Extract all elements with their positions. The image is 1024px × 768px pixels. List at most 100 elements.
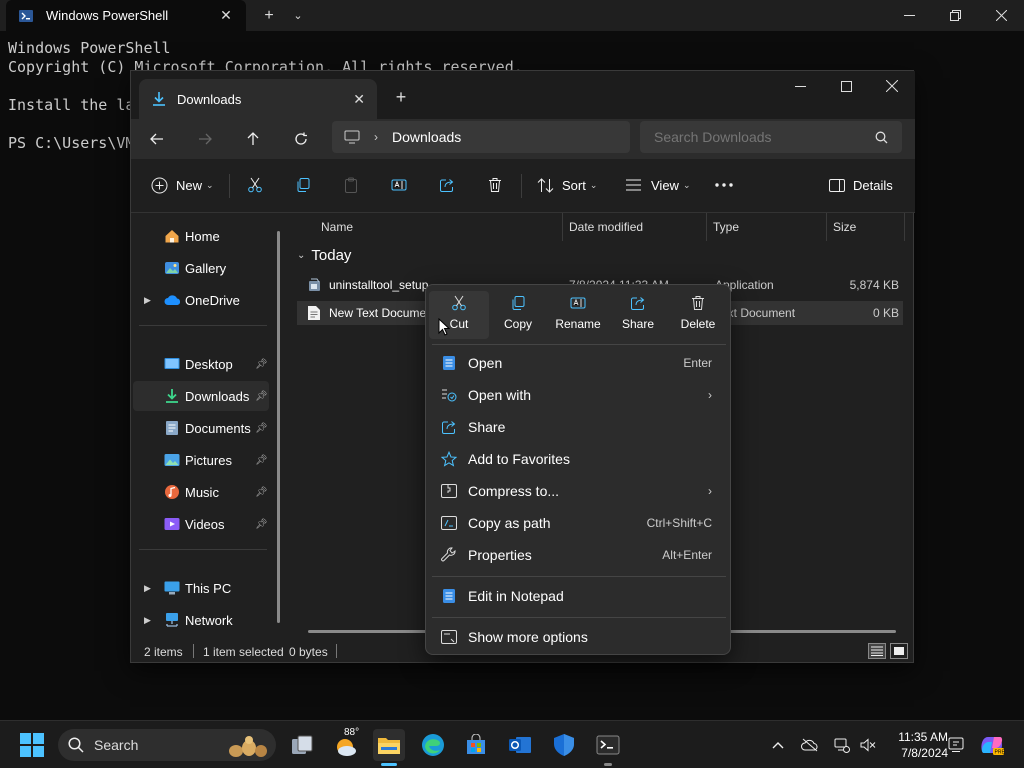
folder-icon [377, 735, 401, 755]
group-header-today[interactable]: ⌄ Today [297, 247, 351, 264]
terminal-tab[interactable]: Windows PowerShell ✕ [6, 0, 246, 31]
rename-button[interactable] [391, 169, 407, 201]
share-action[interactable]: Share [608, 291, 668, 339]
scissors-icon [451, 295, 467, 311]
close-icon[interactable]: ✕ [218, 7, 234, 24]
nav-item-onedrive[interactable]: ▶ OneDrive [133, 285, 269, 315]
address-box[interactable]: › Downloads [332, 121, 630, 153]
cut-button[interactable] [247, 169, 263, 201]
nav-item-network[interactable]: ▶ Network [133, 605, 269, 635]
menu-item-edit-in-notepad[interactable]: Edit in Notepad [432, 581, 726, 611]
terminal-taskbar-button[interactable] [592, 729, 624, 761]
menu-item-copy-as-path[interactable]: Copy as path Ctrl+Shift+C [432, 508, 726, 538]
chevron-right-icon[interactable]: ▶ [144, 295, 151, 306]
delete-button[interactable] [487, 169, 503, 201]
view-button[interactable]: View ⌄ [625, 169, 691, 201]
paste-button[interactable] [343, 169, 359, 201]
pin-icon[interactable]: 📌︎ [255, 487, 268, 498]
onedrive-tray-button[interactable] [794, 729, 826, 761]
nav-item-this-pc[interactable]: ▶ This PC [133, 573, 269, 603]
maximize-button[interactable] [823, 71, 869, 101]
details-view-icon[interactable] [868, 643, 886, 659]
nav-item-videos[interactable]: Videos 📌︎ [133, 509, 269, 539]
nav-item-pictures[interactable]: Pictures 📌︎ [133, 445, 269, 475]
taskbar-search[interactable]: Search [58, 729, 276, 761]
nav-item-downloads[interactable]: Downloads 📌︎ [133, 381, 269, 411]
terminal-tab-title: Windows PowerShell [46, 8, 169, 23]
new-tab-button[interactable]: + [255, 0, 283, 31]
up-button[interactable] [237, 123, 269, 155]
store-button[interactable] [460, 729, 492, 761]
nav-scrollbar[interactable] [277, 231, 280, 623]
menu-item-open[interactable]: Open Enter [432, 348, 726, 378]
notifications-button[interactable] [940, 729, 972, 761]
menu-item-open-with[interactable]: Open with › [432, 380, 726, 410]
see-more-button[interactable] [715, 169, 733, 201]
forward-button[interactable] [189, 123, 221, 155]
weather-widget[interactable]: 88° [330, 727, 362, 761]
minimize-button[interactable] [886, 0, 932, 31]
menu-item-label: Add to Favorites [468, 451, 570, 467]
menu-item-label: Show more options [468, 629, 588, 645]
close-window-button[interactable] [978, 0, 1024, 31]
search-input[interactable] [654, 129, 875, 145]
new-button[interactable]: New ⌄ [151, 169, 214, 201]
pin-icon[interactable]: 📌︎ [255, 391, 268, 402]
chevron-right-icon[interactable]: ▶ [144, 583, 151, 594]
close-window-button[interactable] [869, 71, 915, 101]
rename-action[interactable]: Rename [548, 291, 608, 339]
close-icon[interactable]: ✕ [353, 91, 365, 108]
share-button[interactable] [439, 169, 455, 201]
back-button[interactable] [141, 123, 173, 155]
pin-icon[interactable]: 📌︎ [255, 455, 268, 466]
chevron-down-icon[interactable]: ⌄ [284, 0, 312, 31]
download-icon [163, 387, 181, 405]
task-view-button[interactable] [286, 729, 318, 761]
column-date-modified[interactable]: Date modified [563, 213, 707, 241]
store-icon [465, 734, 487, 756]
delete-action[interactable]: Delete [668, 291, 728, 339]
outlook-button[interactable] [504, 729, 536, 761]
copy-button[interactable] [295, 169, 311, 201]
details-pane-button[interactable]: Details [829, 169, 893, 201]
column-size[interactable]: Size [827, 213, 905, 241]
view-label: View [651, 177, 679, 193]
explorer-tab[interactable]: Downloads ✕ [139, 79, 377, 119]
pin-icon[interactable]: 📌︎ [255, 423, 268, 434]
menu-item-show-more-options[interactable]: Show more options [432, 622, 726, 652]
minimize-button[interactable] [777, 71, 823, 101]
menu-item-share[interactable]: Share [432, 412, 726, 442]
show-hidden-icons-button[interactable] [762, 729, 794, 761]
chevron-up-icon [772, 741, 784, 749]
pin-icon[interactable]: 📌︎ [255, 519, 268, 530]
column-name[interactable]: Name [315, 213, 563, 241]
menu-item-properties[interactable]: Properties Alt+Enter [432, 540, 726, 570]
new-tab-button[interactable]: + [389, 85, 413, 109]
copilot-icon: PRE [979, 733, 1005, 757]
nav-item-music[interactable]: Music 📌︎ [133, 477, 269, 507]
breadcrumb-downloads[interactable]: Downloads [392, 129, 461, 145]
column-type[interactable]: Type [707, 213, 827, 241]
sort-icon [537, 177, 554, 193]
maximize-button[interactable] [932, 0, 978, 31]
menu-item-compress[interactable]: Compress to... › [432, 476, 726, 506]
volume-tray-button[interactable] [852, 729, 884, 761]
copilot-button[interactable]: PRE [976, 729, 1008, 761]
search-box[interactable] [640, 121, 902, 153]
nav-item-home[interactable]: Home [133, 221, 269, 251]
refresh-button[interactable] [285, 123, 317, 155]
pin-icon[interactable]: 📌︎ [255, 359, 268, 370]
chevron-right-icon[interactable]: ▶ [144, 615, 151, 626]
taskbar-clock[interactable]: 11:35 AM 7/8/2024 [884, 729, 948, 761]
start-button[interactable] [16, 729, 48, 761]
nav-item-desktop[interactable]: Desktop 📌︎ [133, 349, 269, 379]
nav-item-gallery[interactable]: Gallery [133, 253, 269, 283]
security-button[interactable] [548, 729, 580, 761]
tiles-view-icon[interactable] [890, 643, 908, 659]
file-explorer-taskbar-button[interactable] [373, 729, 405, 761]
nav-item-documents[interactable]: Documents 📌︎ [133, 413, 269, 443]
sort-button[interactable]: Sort ⌄ [537, 169, 597, 201]
edge-button[interactable] [417, 729, 449, 761]
menu-item-add-to-favorites[interactable]: Add to Favorites [432, 444, 726, 474]
copy-action[interactable]: Copy [488, 291, 548, 339]
